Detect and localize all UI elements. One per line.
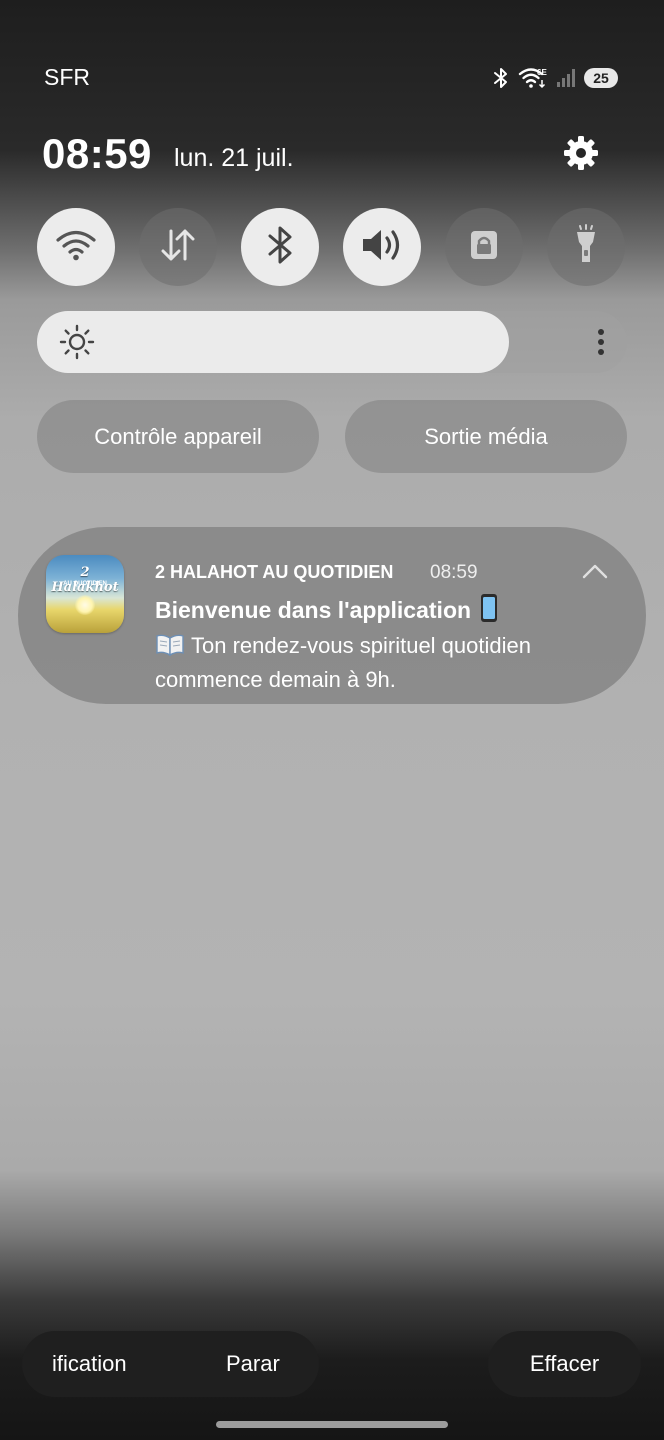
brightness-slider[interactable] bbox=[37, 311, 627, 373]
signal-icon bbox=[556, 67, 576, 89]
notification-time: 08:59 bbox=[430, 562, 478, 583]
clear-button[interactable]: Effacer bbox=[488, 1331, 641, 1397]
flashlight-toggle[interactable] bbox=[547, 208, 625, 286]
app-icon-title: 2 Halakhot bbox=[51, 565, 119, 595]
notification-body: Ton rendez-vous spirituel quotidien comm… bbox=[155, 630, 625, 695]
bluetooth-icon bbox=[492, 67, 510, 89]
wifi-6e-icon: 6E bbox=[518, 66, 548, 90]
phone-icon bbox=[479, 593, 499, 628]
wifi-toggle[interactable] bbox=[37, 208, 115, 286]
notification-tabs: ification Parar bbox=[22, 1331, 319, 1397]
tab-parameters[interactable]: Parar bbox=[226, 1351, 280, 1377]
notification-title: Bienvenue dans l'application bbox=[155, 597, 472, 623]
volume-icon bbox=[359, 226, 405, 269]
notification-title-row: Bienvenue dans l'application bbox=[155, 593, 499, 628]
chevron-up-icon bbox=[582, 563, 608, 584]
notification-body-text: Ton rendez-vous spirituel quotidien comm… bbox=[155, 633, 531, 692]
open-book-icon bbox=[155, 633, 185, 664]
settings-button[interactable] bbox=[560, 134, 602, 176]
wifi-icon bbox=[55, 228, 97, 267]
app-icon: 2 Halakhot AU QUOTIDIEN bbox=[46, 555, 124, 633]
bluetooth-icon bbox=[264, 225, 296, 270]
svg-text:6E: 6E bbox=[537, 68, 547, 77]
notification-app-name: 2 HALAHOT AU QUOTIDIEN bbox=[155, 562, 394, 582]
clock: 08:59 bbox=[42, 130, 152, 177]
carrier-name: SFR bbox=[44, 64, 90, 90]
battery-indicator: 25 bbox=[584, 68, 618, 88]
date: lun. 21 juil. bbox=[174, 144, 294, 172]
device-control-button[interactable]: Contrôle appareil bbox=[37, 400, 319, 473]
mobile-data-toggle[interactable] bbox=[139, 208, 217, 286]
navigation-handle[interactable] bbox=[216, 1421, 448, 1428]
data-transfer-icon bbox=[158, 227, 198, 268]
bluetooth-toggle[interactable] bbox=[241, 208, 319, 286]
sun-icon bbox=[59, 324, 95, 365]
quick-settings-row bbox=[37, 208, 627, 286]
app-icon-subtitle: AU QUOTIDIEN bbox=[63, 581, 107, 587]
media-output-button[interactable]: Sortie média bbox=[345, 400, 627, 473]
more-vertical-icon[interactable] bbox=[597, 328, 605, 361]
status-icons: 6E 25 bbox=[492, 64, 618, 92]
expand-notification-button[interactable] bbox=[578, 560, 612, 586]
sunrise-graphic bbox=[75, 595, 95, 615]
gear-icon bbox=[563, 135, 599, 176]
brightness-fill bbox=[37, 311, 509, 373]
tab-notification-settings[interactable]: ification bbox=[52, 1351, 127, 1377]
notification-card[interactable]: 2 Halakhot AU QUOTIDIEN 2 HALAHOT AU QUO… bbox=[18, 527, 646, 704]
rotation-lock-toggle[interactable] bbox=[445, 208, 523, 286]
status-bar: SFR 6E 25 bbox=[0, 0, 664, 110]
flashlight-icon bbox=[571, 223, 601, 271]
sound-toggle[interactable] bbox=[343, 208, 421, 286]
lock-icon bbox=[467, 227, 501, 268]
